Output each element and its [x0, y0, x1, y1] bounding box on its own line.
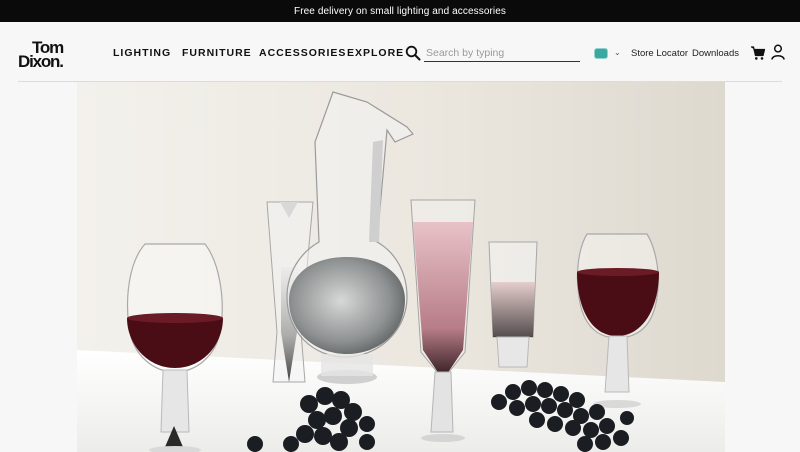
search-icon[interactable]: [405, 45, 421, 61]
downloads-link[interactable]: Downloads: [692, 48, 739, 59]
region-flag-icon[interactable]: [594, 48, 608, 59]
hero-glassware-illustration: [77, 82, 725, 452]
nav-item-lighting[interactable]: LIGHTING: [113, 47, 171, 59]
cart-icon[interactable]: [750, 45, 766, 61]
nav-item-accessories[interactable]: ACCESSORIES: [259, 47, 346, 59]
brand-logo-line2: Dixon.: [18, 52, 64, 71]
user-icon[interactable]: [771, 44, 785, 60]
chevron-down-icon[interactable]: ⌄: [614, 48, 621, 57]
brand-logo[interactable]: Tom Dixon.: [18, 39, 82, 72]
nav-item-furniture[interactable]: FURNITURE: [182, 47, 252, 59]
store-locator-link[interactable]: Store Locator: [631, 48, 688, 59]
promo-bar: Free delivery on small lighting and acce…: [0, 0, 800, 22]
search-input[interactable]: [424, 44, 580, 62]
promo-text: Free delivery on small lighting and acce…: [293, 5, 507, 17]
nav-item-explore[interactable]: EXPLORE: [347, 47, 404, 59]
hero-image[interactable]: [77, 82, 725, 452]
